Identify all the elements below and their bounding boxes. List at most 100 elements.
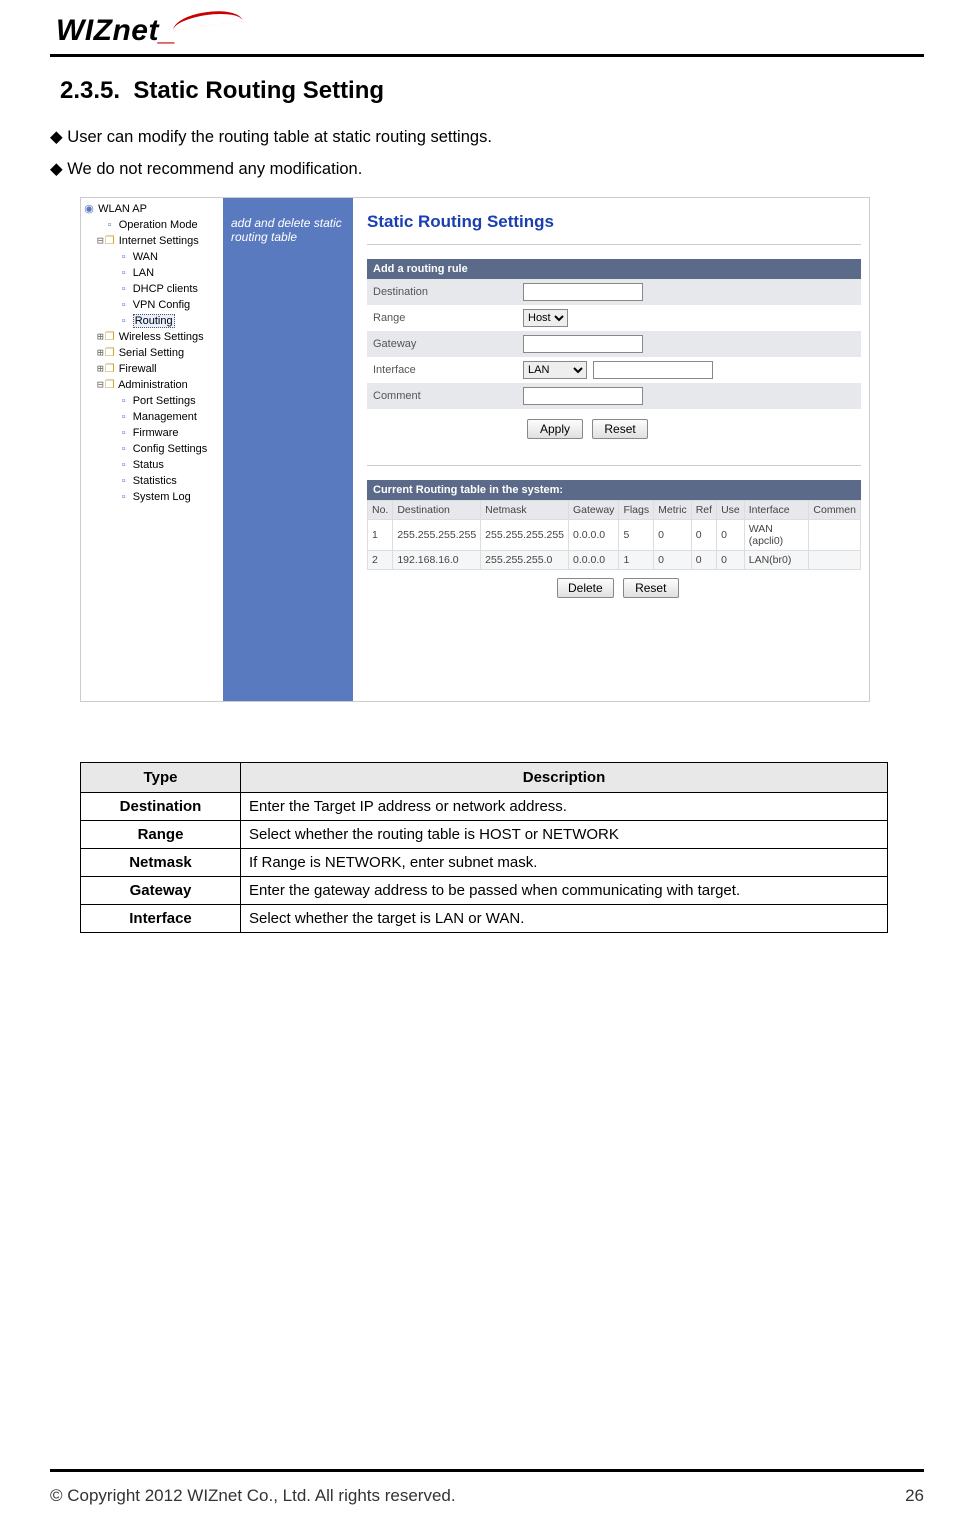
section-title-text: Static Routing Setting [133,77,384,104]
page-icon: ▫ [118,298,130,313]
tree-item[interactable]: ⊟❐ Internet Settings [83,233,223,249]
tree-item-label: VPN Config [133,299,190,311]
table-row: NetmaskIf Range is NETWORK, enter subnet… [81,849,888,877]
tree-item-label: Routing [133,314,175,328]
tree-item[interactable]: ▫ Firmware [83,425,223,441]
desc-key: Gateway [81,877,241,905]
page-footer: © Copyright 2012 WIZnet Co., Ltd. All ri… [50,1486,924,1506]
rt-cell: 0 [654,551,692,570]
row-gateway: Gateway [367,331,861,357]
side-help-text: add and delete static routing table [231,216,342,244]
tree-item[interactable]: ▫ DHCP clients [83,281,223,297]
tree-item[interactable]: ▫ Status [83,457,223,473]
expander-icon[interactable]: ⊞ [97,330,104,343]
expander-icon[interactable]: ⊞ [97,362,104,375]
tree-item-label: System Log [133,491,191,503]
tree-item[interactable]: ▫ Statistics [83,473,223,489]
label-gateway: Gateway [373,338,523,350]
page-icon: ▫ [118,266,130,281]
form-button-row: Apply Reset [367,409,861,457]
section-number: 2.3.5. [60,77,120,104]
page-icon: ▫ [104,218,116,233]
row-range: Range Host [367,305,861,331]
interface-select[interactable]: LAN [523,361,587,379]
tree-item[interactable]: ⊞❐ Wireless Settings [83,329,223,345]
table-row: DestinationEnter the Target IP address o… [81,793,888,821]
desc-key: Netmask [81,849,241,877]
page-icon: ▫ [118,442,130,457]
desc-header-description: Description [241,763,888,793]
range-select[interactable]: Host [523,309,568,327]
rt-cell: 0 [654,520,692,551]
tree-item[interactable]: ▫ Operation Mode [83,217,223,233]
folder-icon: ❐ [104,234,116,249]
expander-icon[interactable]: ⊞ [97,346,104,359]
tree-item-label: Serial Setting [119,347,184,359]
table-row: GatewayEnter the gateway address to be p… [81,877,888,905]
rt-header: Use [717,501,745,520]
tree-item[interactable]: ⊞❐ Firewall [83,361,223,377]
label-comment: Comment [373,390,523,402]
desc-key: Interface [81,905,241,933]
table-row[interactable]: 1255.255.255.255255.255.255.2550.0.0.050… [368,520,861,551]
label-range: Range [373,312,523,324]
main-panel: Static Routing Settings Add a routing ru… [353,198,869,701]
desc-key: Range [81,821,241,849]
globe-icon: ◉ [83,202,95,217]
tree-item[interactable]: ⊟❐ Administration [83,377,223,393]
tree-item[interactable]: ▫ Port Settings [83,393,223,409]
tree-item[interactable]: ▫ VPN Config [83,297,223,313]
tree-item[interactable]: ▫ WAN [83,249,223,265]
rt-header: Commen [809,501,861,520]
folder-icon: ❐ [104,346,116,361]
tree-item[interactable]: ▫ Management [83,409,223,425]
rt-cell: 255.255.255.255 [393,520,481,551]
folder-icon: ❐ [104,378,116,393]
comment-input[interactable] [523,387,643,405]
expander-icon[interactable]: ⊟ [97,378,104,391]
rt-cell: 192.168.16.0 [393,551,481,570]
delete-button[interactable]: Delete [557,578,614,598]
bullet-1: User can modify the routing table at sta… [50,127,924,147]
table-row[interactable]: 2192.168.16.0255.255.255.00.0.0.01000LAN… [368,551,861,570]
desc-value: If Range is NETWORK, enter subnet mask. [241,849,888,877]
table-row: InterfaceSelect whether the target is LA… [81,905,888,933]
destination-input[interactable] [523,283,643,301]
tree-item[interactable]: ▫ System Log [83,489,223,505]
rt-cell: 0.0.0.0 [569,520,619,551]
reset-button-2[interactable]: Reset [623,578,679,598]
expander-icon[interactable]: ⊟ [97,234,104,247]
tree-item-label: LAN [133,267,154,279]
add-rule-bar: Add a routing rule [367,259,861,279]
rt-header: Metric [654,501,692,520]
tree-root[interactable]: ◉ WLAN AP [83,202,223,217]
rt-cell: 0.0.0.0 [569,551,619,570]
description-table: Type Description DestinationEnter the Ta… [80,762,888,933]
table-button-row: Delete Reset [367,570,861,598]
rt-cell: 2 [368,551,393,570]
desc-value: Enter the Target IP address or network a… [241,793,888,821]
rt-cell: 5 [619,520,654,551]
rt-cell: 255.255.255.0 [481,551,569,570]
page-icon: ▫ [118,474,130,489]
tree-item[interactable]: ▫ LAN [83,265,223,281]
page-icon: ▫ [118,394,130,409]
row-interface: Interface LAN [367,357,861,383]
apply-button[interactable]: Apply [527,419,583,439]
rt-header: Flags [619,501,654,520]
reset-button[interactable]: Reset [592,419,648,439]
rt-cell: LAN(br0) [744,551,809,570]
tree-item[interactable]: ⊞❐ Serial Setting [83,345,223,361]
tree-item[interactable]: ▫ Routing [83,313,223,329]
tree-item-label: Statistics [133,475,177,487]
page-icon: ▫ [118,250,130,265]
tree-item-label: Config Settings [133,443,208,455]
interface-extra-input[interactable] [593,361,713,379]
tree-item[interactable]: ▫ Config Settings [83,441,223,457]
copyright-text: © Copyright 2012 WIZnet Co., Ltd. All ri… [50,1486,456,1506]
brand-text: WIZnet [56,14,159,47]
label-interface: Interface [373,364,523,376]
rt-header: No. [368,501,393,520]
gateway-input[interactable] [523,335,643,353]
desc-value: Select whether the routing table is HOST… [241,821,888,849]
